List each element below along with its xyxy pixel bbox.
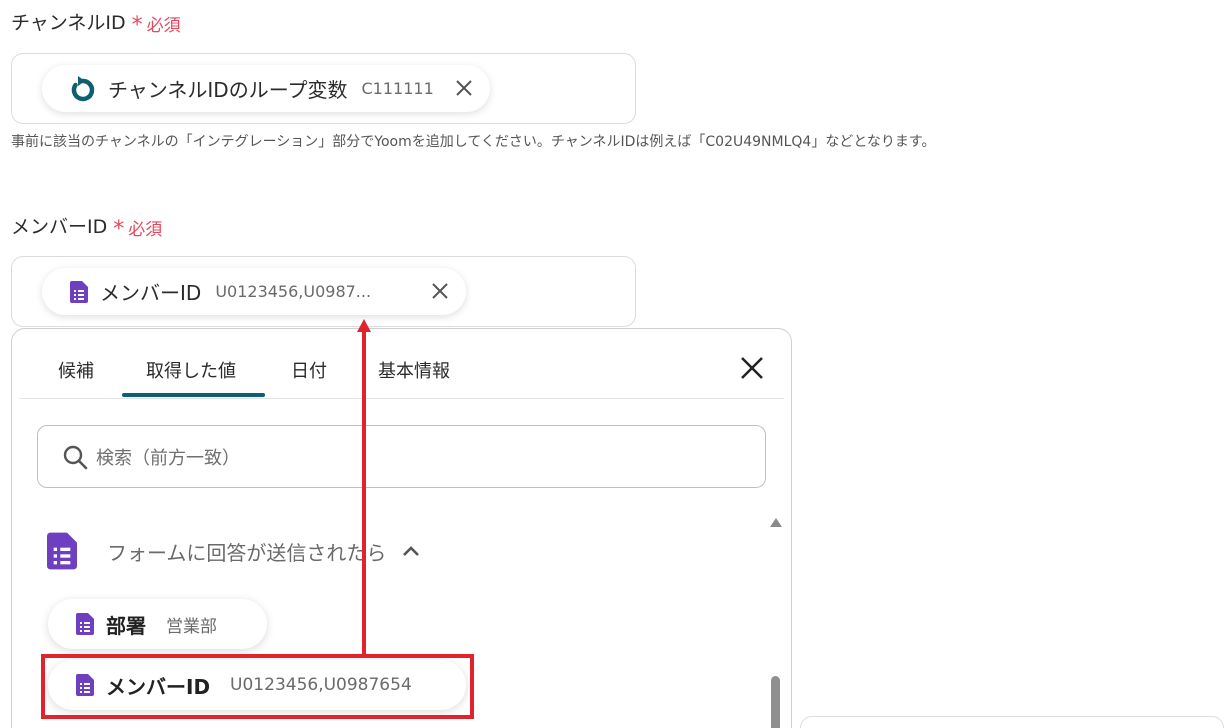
annotation-highlight-box (41, 654, 474, 719)
member-id-label: メンバーID * 必須 (11, 216, 163, 242)
close-icon[interactable] (454, 78, 474, 98)
member-id-chip[interactable]: メンバーID U0123456,U0987... (42, 268, 466, 315)
search-placeholder: 検索（前方一致） (96, 447, 240, 469)
required-badge: * 必須 (131, 13, 181, 38)
group-title: フォームに回答が送信されたら (107, 540, 387, 565)
list-item[interactable]: 部署 営業部 (48, 599, 267, 649)
tab-date[interactable]: 日付 (291, 357, 327, 383)
channel-id-chip[interactable]: チャンネルIDのループ変数 C111111 (42, 65, 490, 112)
chip-label: メンバーID (100, 281, 202, 305)
close-icon[interactable] (430, 281, 450, 301)
google-forms-icon (76, 613, 94, 635)
item-label: 部署 (106, 613, 146, 638)
active-tab-indicator (122, 393, 265, 397)
close-icon[interactable] (739, 355, 765, 381)
picker-tabs: 候補 取得した値 日付 基本情報 (19, 329, 784, 399)
item-value: 営業部 (166, 616, 217, 637)
search-icon (63, 445, 88, 469)
google-forms-icon (70, 280, 88, 303)
chip-label: チャンネルIDのループ変数 (108, 78, 348, 102)
scrollbar[interactable] (768, 514, 784, 728)
channel-id-label: チャンネルID * 必須 (11, 12, 181, 38)
tab-basic-info[interactable]: 基本情報 (378, 357, 450, 383)
channel-id-field[interactable]: チャンネルIDのループ変数 C111111 (11, 53, 636, 124)
required-badge: * 必須 (113, 217, 163, 242)
chip-value: C111111 (361, 79, 434, 98)
google-forms-icon (47, 532, 77, 570)
search-input[interactable]: 検索（前方一致） (37, 425, 766, 488)
scroll-up-arrow-icon[interactable] (770, 518, 782, 527)
background-field (800, 716, 1224, 728)
scroll-thumb[interactable] (771, 676, 780, 728)
annotation-arrow (357, 319, 371, 656)
tab-fetched-values[interactable]: 取得した値 (146, 357, 236, 383)
member-id-field[interactable]: メンバーID U0123456,U0987... (11, 256, 636, 327)
tab-candidates[interactable]: 候補 (58, 357, 94, 383)
chip-value: U0123456,U0987... (215, 282, 372, 301)
chevron-up-icon[interactable] (402, 542, 420, 560)
channel-id-help-text: 事前に該当のチャンネルの「インテグレーション」部分でYoomを追加してください。… (11, 134, 936, 150)
loop-icon (71, 75, 95, 101)
